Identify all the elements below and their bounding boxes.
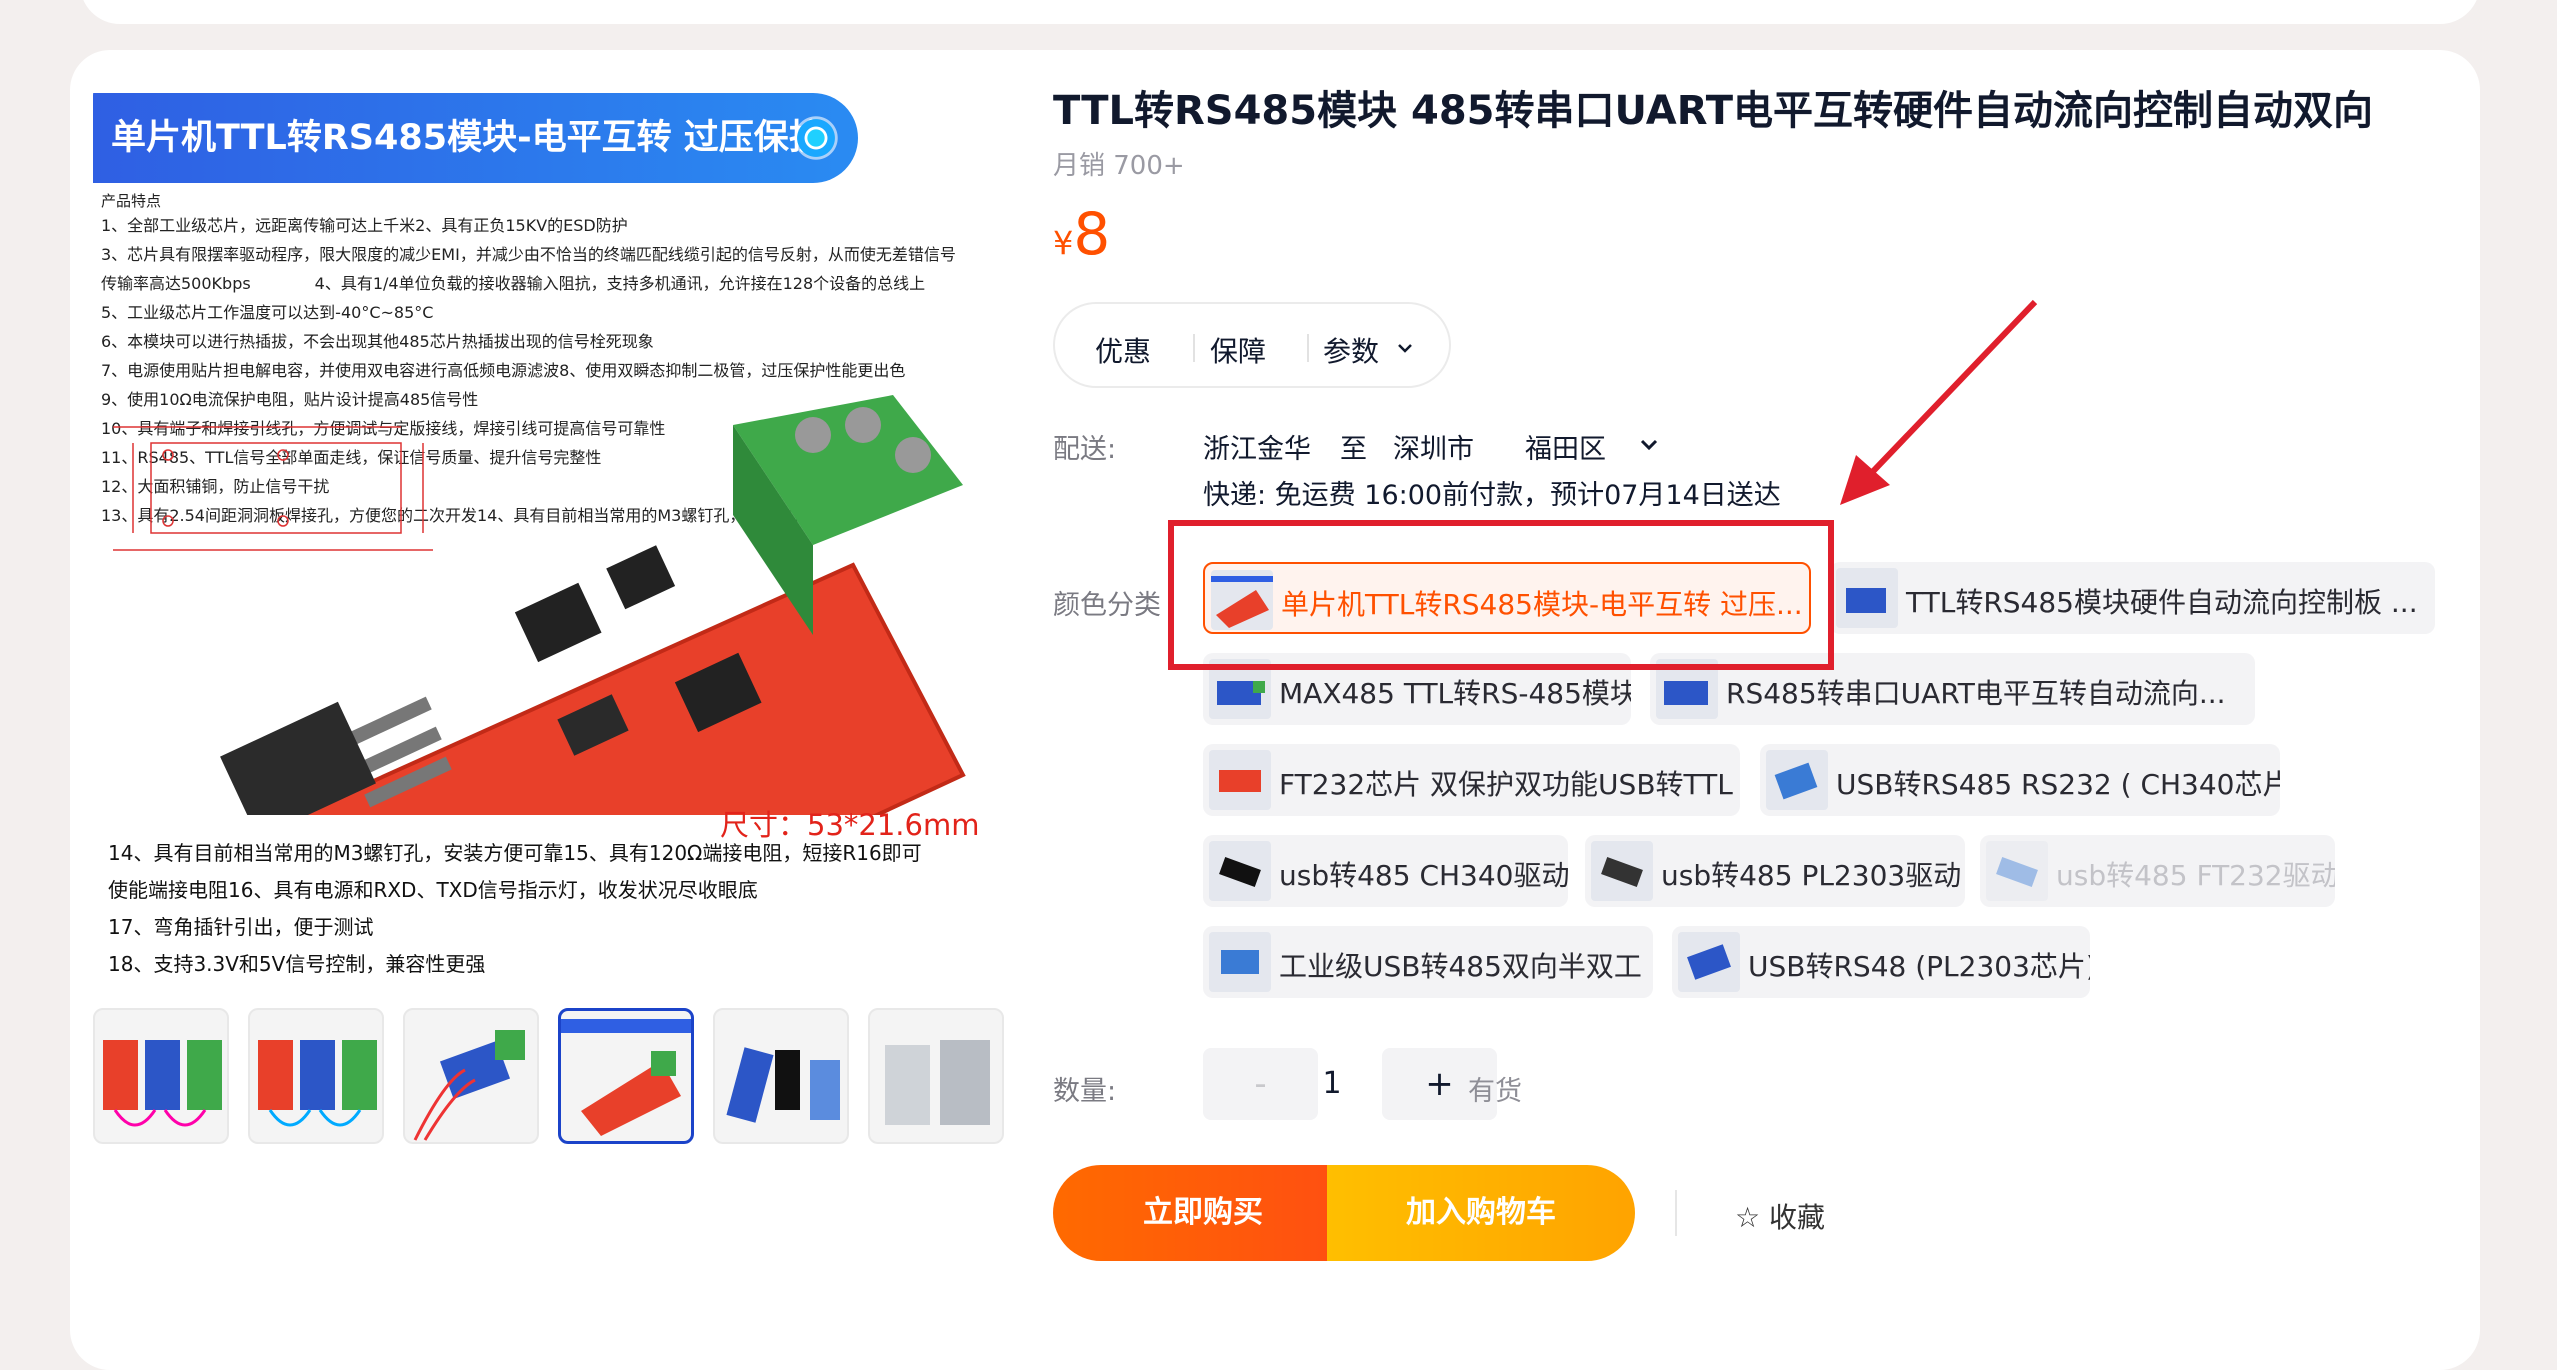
ship-from: 浙江金华 <box>1203 434 1311 465</box>
feature-line: 3、芯片具有限摆率驱动程序，限大限度的减少EMI，并减少由不恰当的终端匹配线缆引… <box>101 245 956 264</box>
divider <box>1675 1190 1677 1236</box>
variant-option[interactable]: USB转RS48 (PL2303芯片) <box>1672 926 2090 998</box>
variant-label-text: usb转485 CH340驱动 <box>1279 859 1568 892</box>
feature-line: 7、电源使用贴片担电解电容，并使用双电容进行高低频电源滤波8、使用双瞬态抑制二极… <box>101 361 906 380</box>
variant-label-text: MAX485 TTL转RS-485模块 <box>1279 677 1631 710</box>
feature-line: 5、工业级芯片工作温度可以达到-40°C~85°C <box>101 303 434 322</box>
tab-params[interactable]: 参数 <box>1323 330 1379 370</box>
tab-discount[interactable]: 优惠 <box>1095 330 1151 370</box>
dimension-drawing <box>113 426 433 551</box>
thumbnail-selected[interactable] <box>558 1008 694 1144</box>
thumbnail[interactable] <box>403 1008 539 1144</box>
variant-thumbnail <box>1836 568 1898 628</box>
variant-thumbnail <box>1678 932 1740 992</box>
quantity-label: 数量: <box>1053 1076 1117 1107</box>
ship-to-word: 至 <box>1340 434 1367 465</box>
ship-city[interactable]: 深圳市 <box>1393 427 1474 466</box>
chevron-down-icon[interactable] <box>1637 433 1661 457</box>
feature-line: 18、支持3.3V和5V信号控制，兼容性更强 <box>108 952 486 976</box>
currency-symbol: ¥ <box>1053 224 1074 262</box>
board-illustration <box>113 395 966 815</box>
favorite-label: 收藏 <box>1769 1201 1826 1234</box>
annotation-arrow-icon <box>1840 299 2038 505</box>
thumbnail[interactable] <box>248 1008 384 1144</box>
shipping-label: 配送: <box>1053 434 1117 465</box>
board-pcb <box>220 545 966 815</box>
feature-line: 传输率高达500Kbps 4、具有1/4单位负载的接收器输入阻抗，支持多机通讯，… <box>101 274 926 293</box>
ship-district[interactable]: 福田区 <box>1525 427 1606 466</box>
variant-thumbnail <box>1209 841 1271 901</box>
tab-guarantee[interactable]: 保障 <box>1210 330 1266 370</box>
variant-label-text: TTL转RS485模块硬件自动流向控制板 ... <box>1906 586 2418 619</box>
variant-thumbnail <box>1209 750 1271 810</box>
features-title: 产品特点 <box>101 192 162 210</box>
chevron-down-icon[interactable] <box>1395 338 1415 358</box>
variant-option[interactable]: USB转RS485 RS232 ( CH340芯片) <box>1760 744 2280 816</box>
variant-option-disabled: usb转485 FT232驱动 <box>1980 835 2335 907</box>
stock-status: 有货 <box>1468 1076 1522 1107</box>
main-product-image[interactable]: 单片机TTL转RS485模块-电平互转 过压保护 产品特点 1、全部工业级芯片，… <box>93 75 1003 985</box>
variant-option[interactable]: FT232芯片 双保护双功能USB转TTL <box>1203 744 1740 816</box>
express-info: 快递: 免运费 16:00前付款，预计07月14日送达 <box>1203 480 1781 511</box>
tab-divider <box>1307 334 1309 362</box>
variant-label-text: USB转RS485 RS232 ( CH340芯片) <box>1836 768 2280 801</box>
star-icon: ☆ <box>1735 1201 1761 1234</box>
thumbnail[interactable] <box>713 1008 849 1144</box>
variant-option[interactable]: usb转485 CH340驱动 <box>1203 835 1568 907</box>
variant-label-text: FT232芯片 双保护双功能USB转TTL <box>1279 768 1733 801</box>
product-title: TTL转RS485模块 485转串口UART电平互转硬件自动流向控制自动双向 <box>1053 88 2373 134</box>
price: ¥8 <box>1053 200 1110 268</box>
variant-thumbnail <box>1986 841 2048 901</box>
annotation-highlight-box <box>1168 520 1834 670</box>
variant-label: 颜色分类 <box>1053 590 1161 621</box>
thumbnail[interactable] <box>868 1008 1004 1144</box>
banner-text: 单片机TTL转RS485模块-电平互转 过压保护 <box>111 118 824 158</box>
tab-divider <box>1193 334 1195 362</box>
variant-thumbnail <box>1766 750 1828 810</box>
monthly-sales: 月销 700+ <box>1053 151 1185 181</box>
feature-line: 14、具有目前相当常用的M3螺钉孔，安装方便可靠15、具有120Ω端接电阻，短接… <box>108 841 922 865</box>
feature-line: 使能端接电阻16、具有电源和RXD、TXD信号指示灯，收发状况尽收眼底 <box>108 878 758 902</box>
thumbnail[interactable] <box>93 1008 229 1144</box>
favorite-button[interactable]: ☆ 收藏 <box>1735 1196 1825 1236</box>
variant-option[interactable]: TTL转RS485模块硬件自动流向控制板 ... <box>1830 562 2435 634</box>
feature-line: 6、本模块可以进行热插拔，不会出现其他485芯片热插拔出现的信号栓死现象 <box>101 332 654 351</box>
price-value: 8 <box>1073 200 1111 268</box>
variant-option[interactable]: usb转485 PL2303驱动 <box>1585 835 1965 907</box>
variant-option[interactable]: 工业级USB转485双向半双工 <box>1203 926 1653 998</box>
feature-line: 1、全部工业级芯片，远距离传输可达上千米2、具有正负15KV的ESD防护 <box>101 216 628 235</box>
add-to-cart-button[interactable]: 加入购物车 <box>1327 1165 1635 1261</box>
variant-label-text: usb转485 FT232驱动 <box>2056 859 2335 892</box>
variant-label-text: RS485转串口UART电平互转自动流向... <box>1726 677 2226 710</box>
feature-line: 17、弯角插针引出，便于测试 <box>108 915 374 939</box>
variant-label-text: USB转RS48 (PL2303芯片) <box>1748 950 2090 983</box>
buy-now-button[interactable]: 立即购买 <box>1053 1165 1353 1261</box>
previous-card <box>80 0 2480 24</box>
info-tabs: 优惠 保障 参数 <box>1053 302 1451 388</box>
variant-label-text: 工业级USB转485双向半双工 <box>1279 950 1642 983</box>
variant-label-text: usb转485 PL2303驱动 <box>1661 859 1962 892</box>
image-banner: 单片机TTL转RS485模块-电平互转 过压保护 <box>93 93 858 183</box>
variant-thumbnail <box>1209 932 1271 992</box>
variant-thumbnail <box>1591 841 1653 901</box>
banner-logo-icon <box>783 105 849 171</box>
quantity-input[interactable]: 1 <box>1282 1048 1382 1120</box>
lower-features-list: 14、具有目前相当常用的M3螺钉孔，安装方便可靠15、具有120Ω端接电阻，短接… <box>108 835 922 983</box>
